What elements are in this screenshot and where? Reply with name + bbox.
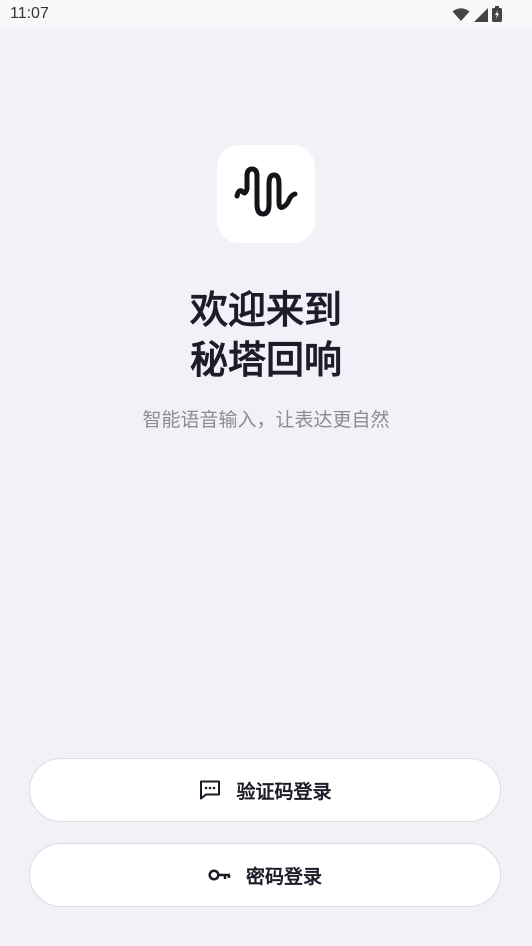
message-icon (198, 778, 222, 802)
password-login-label: 密码登录 (245, 865, 322, 888)
status-bar: 11:07 (0, 0, 532, 28)
status-time: 11:07 (10, 5, 49, 22)
welcome-line-1: 欢迎来到 (189, 288, 342, 332)
sms-login-button[interactable]: 验证码登录 (29, 758, 501, 822)
welcome-title: 欢迎来到 秘塔回响 (0, 285, 532, 385)
welcome-line-2: 秘塔回响 (189, 338, 342, 382)
status-icons (452, 6, 502, 26)
password-login-button[interactable]: 密码登录 (29, 843, 501, 907)
tagline: 智能语音输入，让表达更自然 (142, 409, 390, 431)
wifi-icon (452, 7, 470, 26)
battery-icon (492, 6, 502, 26)
app-logo (217, 145, 315, 243)
key-icon (208, 863, 232, 887)
sms-login-label: 验证码登录 (236, 780, 332, 803)
signal-icon (474, 7, 488, 26)
waveform-icon (233, 162, 299, 226)
